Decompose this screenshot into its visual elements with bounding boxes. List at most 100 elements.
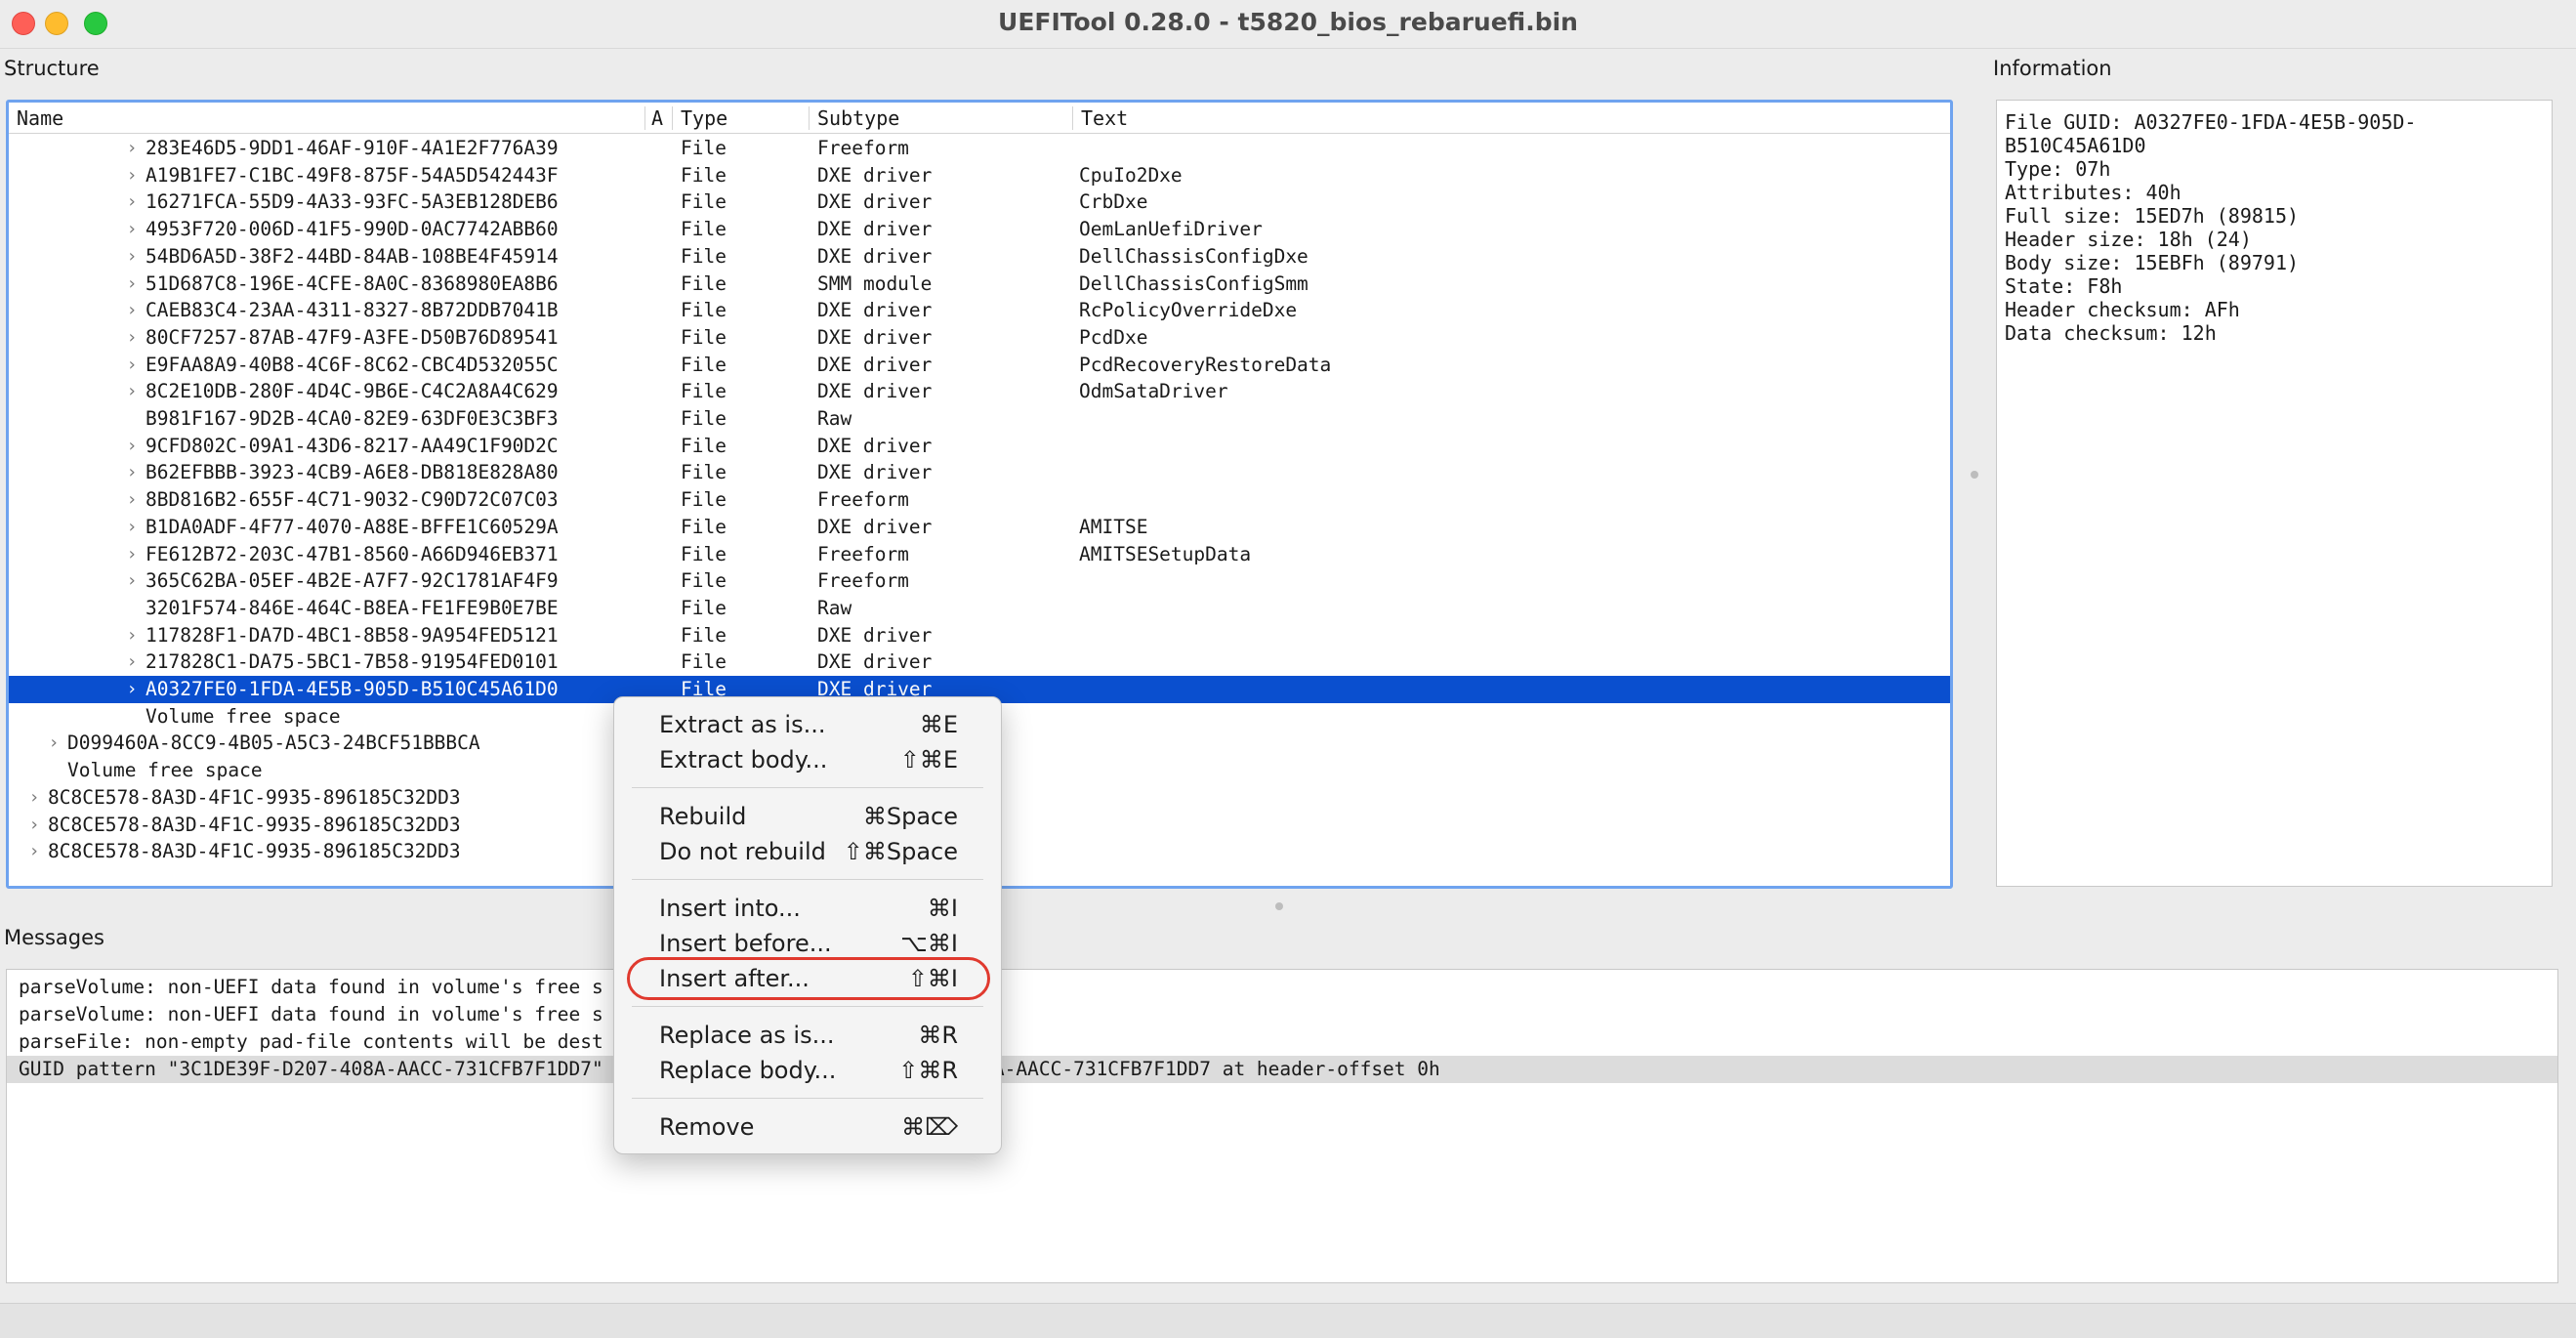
expand-chevron-icon[interactable]: ›	[44, 730, 63, 757]
menu-item-replace-body[interactable]: Replace body... ⇧⌘R	[614, 1053, 1001, 1088]
tree-row-subtype: Freeform	[817, 569, 909, 593]
expand-chevron-icon[interactable]: ›	[122, 162, 142, 189]
column-header-subtype[interactable]: Subtype	[810, 106, 1073, 130]
tree-row[interactable]: › E9FAA8A9-40B8-4C6F-8C62-CBC4D532055C Fil…	[9, 352, 1950, 379]
expand-chevron-icon[interactable]: ›	[122, 216, 142, 243]
tree-row-name: 283E46D5-9DD1-46AF-910F-4A1E2F776A39	[145, 137, 559, 159]
expand-chevron-icon[interactable]: ›	[122, 459, 142, 486]
menu-separator	[632, 1006, 983, 1007]
menu-item-remove[interactable]: Remove ⌘⌦	[614, 1109, 1001, 1145]
menu-item-replace-as-is[interactable]: Replace as is... ⌘R	[614, 1018, 1001, 1053]
tree-row-subtype: DXE driver	[817, 650, 933, 674]
tree-row[interactable]: › 9CFD802C-09A1-43D6-8217-AA49C1F90D2C Fil…	[9, 433, 1950, 460]
expand-chevron-icon[interactable]: ›	[122, 433, 142, 460]
message-line[interactable]: GUID pattern "3C1DE39F-D207-408A-AACC-73…	[7, 1056, 2557, 1083]
context-menu: Extract as is... ⌘E Extract body... ⇧⌘E …	[613, 696, 1002, 1154]
tree-row-name: 217828C1-DA75-5BC1-7B58-91954FED0101	[145, 650, 559, 674]
expand-chevron-icon[interactable]: ›	[122, 676, 142, 703]
tree-row-subtype: DXE driver	[817, 434, 933, 457]
tree-row[interactable]: › A19B1FE7-C1BC-49F8-875F-54A5D542443F Fil…	[9, 162, 1950, 189]
menu-item-extract-as-is[interactable]: Extract as is... ⌘E	[614, 707, 1001, 742]
tree-row-subtype: DXE driver	[817, 623, 933, 647]
menu-item-insert-before[interactable]: Insert before... ⌥⌘I	[614, 926, 1001, 961]
expand-chevron-icon[interactable]: ›	[122, 271, 142, 298]
tree-row[interactable]: B981F167-9D2B-4CA0-82E9-63DF0E3C3BF3 File…	[9, 405, 1950, 433]
tree-row[interactable]: › 8BD816B2-655F-4C71-9032-C90D72C07C03 Fil…	[9, 486, 1950, 514]
expand-chevron-icon[interactable]: ›	[122, 648, 142, 676]
column-header-text[interactable]: Text	[1073, 106, 1950, 130]
messages-list[interactable]: parseVolume: non-UEFI data found in volu…	[6, 969, 2558, 1283]
tree-row[interactable]: › 16271FCA-55D9-4A33-93FC-5A3EB128DEB6 Fil…	[9, 188, 1950, 216]
expand-chevron-icon[interactable]: ›	[122, 324, 142, 352]
menu-item-insert-into[interactable]: Insert into... ⌘I	[614, 891, 1001, 926]
tree-row-name: D099460A-8CC9-4B05-A5C3-24BCF51BBBCA	[67, 732, 480, 755]
expand-chevron-icon[interactable]: ›	[24, 838, 44, 865]
expand-chevron-icon[interactable]: ›	[122, 567, 142, 595]
tree-row-name: 8C2E10DB-280F-4D4C-9B6E-C4C2A8A4C629	[145, 380, 559, 403]
insert-after-highlight-ring	[627, 957, 990, 1000]
tree-row[interactable]: › 217828C1-DA75-5BC1-7B58-91954FED0101 Fil…	[9, 648, 1950, 676]
column-header-a[interactable]: A	[645, 106, 673, 130]
tree-row-subtype: Raw	[817, 596, 852, 619]
expand-chevron-icon[interactable]: ›	[24, 784, 44, 812]
tree-row-type: File	[681, 380, 727, 403]
menu-item-do-not-rebuild[interactable]: Do not rebuild ⇧⌘Space	[614, 834, 1001, 869]
menu-separator	[632, 787, 983, 788]
expand-chevron-icon[interactable]: ›	[122, 352, 142, 379]
expand-chevron-icon[interactable]: ›	[122, 622, 142, 649]
information-panel: File GUID: A0327FE0-1FDA-4E5B-905D- B510C…	[1996, 100, 2553, 887]
expand-chevron-icon[interactable]: ›	[122, 135, 142, 162]
tree-row-subtype: DXE driver	[817, 163, 933, 187]
tree-row[interactable]: › 4953F720-006D-41F5-990D-0AC7742ABB60 Fil…	[9, 216, 1950, 243]
tree-row-name: FE612B72-203C-47B1-8560-A66D946EB371	[145, 542, 559, 565]
tree-row-subtype: DXE driver	[817, 461, 933, 484]
tree-row[interactable]: › 8C2E10DB-280F-4D4C-9B6E-C4C2A8A4C629 Fil…	[9, 378, 1950, 405]
expand-chevron-icon[interactable]: ›	[122, 243, 142, 271]
tree-row[interactable]: 3201F574-846E-464C-B8EA-FE1FE9B0E7BE File…	[9, 595, 1950, 622]
tree-row-name: Volume free space	[67, 759, 263, 782]
tree-row-text: OemLanUefiDriver	[1079, 218, 1263, 241]
column-header-type[interactable]: Type	[673, 106, 810, 130]
tree-row-subtype: DXE driver	[817, 353, 933, 376]
expand-chevron-icon[interactable]: ›	[122, 514, 142, 541]
expand-chevron-icon[interactable]: ›	[122, 378, 142, 405]
expand-chevron-icon[interactable]: ›	[24, 812, 44, 839]
info-line: Data checksum: 12h	[2005, 321, 2217, 345]
menu-item-extract-body[interactable]: Extract body... ⇧⌘E	[614, 742, 1001, 777]
menu-item-rebuild[interactable]: Rebuild ⌘Space	[614, 799, 1001, 834]
tree-row-text: AMITSESetupData	[1079, 542, 1252, 565]
tree-row-name: 8BD816B2-655F-4C71-9032-C90D72C07C03	[145, 488, 559, 512]
tree-row[interactable]: › 54BD6A5D-38F2-44BD-84AB-108BE4F45914 Fil…	[9, 243, 1950, 271]
tree-row-text: OdmSataDriver	[1079, 380, 1228, 403]
tree-row-text: AMITSE	[1079, 515, 1148, 538]
expand-chevron-icon[interactable]: ›	[122, 297, 142, 324]
expand-chevron-icon[interactable]: ›	[122, 188, 142, 216]
tree-row[interactable]: › 365C62BA-05EF-4B2E-A7F7-92C1781AF4F9 Fil…	[9, 567, 1950, 595]
tree-row-type: File	[681, 488, 727, 512]
tree-row-type: File	[681, 542, 727, 565]
tree-row-subtype: DXE driver	[817, 325, 933, 349]
tree-row-name: 117828F1-DA7D-4BC1-8B58-9A954FED5121	[145, 623, 559, 647]
tree-row-type: File	[681, 353, 727, 376]
tree-row-text: PcdRecoveryRestoreData	[1079, 353, 1332, 376]
vertical-splitter-handle[interactable]	[1971, 471, 1978, 479]
message-line[interactable]: parseVolume: non-UEFI data found in volu…	[7, 1001, 2557, 1028]
expand-chevron-icon[interactable]: ›	[122, 486, 142, 514]
column-header-name[interactable]: Name	[9, 106, 645, 130]
tree-row-name: 9CFD802C-09A1-43D6-8217-AA49C1F90D2C	[145, 434, 559, 457]
tree-row[interactable]: › 283E46D5-9DD1-46AF-910F-4A1E2F776A39 Fil…	[9, 135, 1950, 162]
tree-row-type: File	[681, 325, 727, 349]
tree-row[interactable]: › 51D687C8-196E-4CFE-8A0C-8368980EA8B6 Fil…	[9, 271, 1950, 298]
info-line: B510C45A61D0	[2005, 134, 2146, 157]
tree-row[interactable]: › B1DA0ADF-4F77-4070-A88E-BFFE1C60529A Fil…	[9, 514, 1950, 541]
tree-row[interactable]: › CAEB83C4-23AA-4311-8327-8B72DDB7041B Fil…	[9, 297, 1950, 324]
expand-chevron-icon[interactable]: ›	[122, 541, 142, 568]
tree-row[interactable]: › 80CF7257-87AB-47F9-A3FE-D50B76D89541 Fil…	[9, 324, 1950, 352]
horizontal-splitter-handle[interactable]	[1275, 902, 1283, 910]
message-line[interactable]: parseVolume: non-UEFI data found in volu…	[7, 974, 2557, 1001]
tree-row[interactable]: › FE612B72-203C-47B1-8560-A66D946EB371 Fil…	[9, 541, 1950, 568]
message-line[interactable]: parseFile: non-empty pad-file contents w…	[7, 1028, 2557, 1056]
tree-row[interactable]: › B62EFBBB-3923-4CB9-A6E8-DB818E828A80 Fil…	[9, 459, 1950, 486]
info-line: Body size: 15EBFh (89791)	[2005, 251, 2300, 274]
tree-row[interactable]: › 117828F1-DA7D-4BC1-8B58-9A954FED5121 Fil…	[9, 622, 1950, 649]
